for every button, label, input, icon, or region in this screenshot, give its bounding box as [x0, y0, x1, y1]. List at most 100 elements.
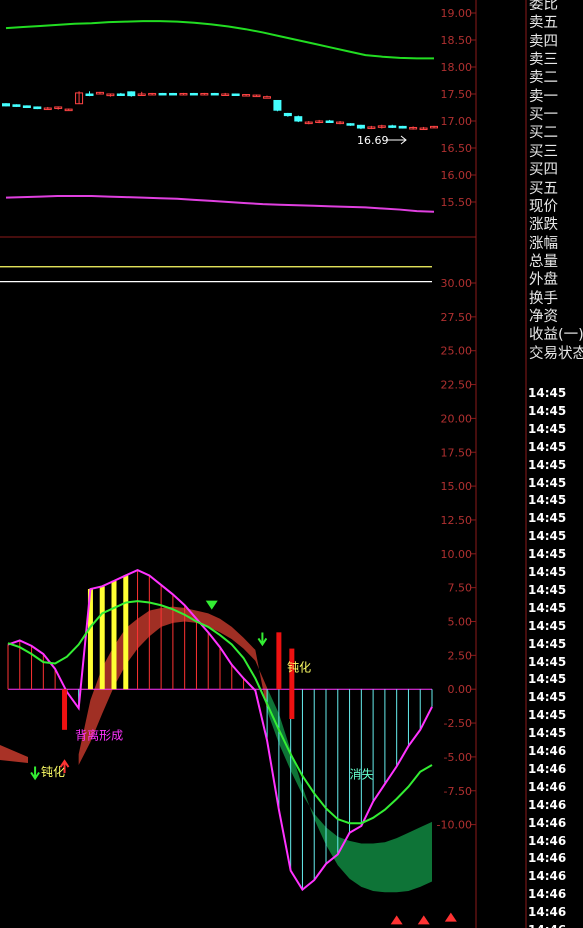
trade-time: 14:45	[528, 421, 567, 436]
indicator-tick-label: 10.00	[441, 548, 473, 561]
price-tick-label: 17.50	[441, 88, 473, 101]
histogram-bar	[111, 580, 117, 690]
indicator-tick-label: -5.00	[444, 751, 472, 764]
candle-body	[346, 123, 355, 126]
trade-time: 14:46	[528, 779, 567, 794]
quote-field-label: 换手	[529, 290, 558, 307]
candle-body	[325, 120, 334, 123]
candle-body	[294, 116, 303, 122]
upper-band-line	[5, 20, 434, 60]
quote-field-label: 现价	[529, 198, 558, 215]
chart-canvas: 19.00 18.50 18.00 17.50 17.00 16.50 16.00 15.50…	[0, 0, 527, 928]
quote-field-label: 卖三	[529, 52, 558, 69]
candle-body	[189, 92, 198, 96]
candle-body	[398, 125, 407, 129]
dif-line	[7, 568, 433, 892]
last-price-arrow	[386, 135, 407, 145]
indicator-tick-label: 5.00	[448, 616, 473, 629]
chart-annotation: 消失	[350, 767, 374, 782]
indicator-tick-label: -2.50	[444, 717, 472, 730]
trade-time: 14:46	[528, 851, 567, 866]
price-tick-label: 15.50	[441, 196, 473, 209]
signal-bar	[276, 632, 282, 690]
trade-time: 14:45	[528, 708, 567, 723]
quote-field-label: 买一	[529, 107, 558, 124]
last-price-label: 16.69	[357, 134, 389, 147]
price-tick-label: 16.50	[441, 142, 473, 155]
chart-annotation: 钝化	[287, 661, 311, 675]
quote-panel: 委比 卖五 卖四 卖三 卖二 卖一 买一 买二 买三 买四 买五 现价 涨跌 涨幅 总量 外盘 换手 净资 收益(一…	[526, 0, 583, 928]
bull-band-left	[0, 745, 28, 763]
indicator-tick-label: -10.00	[437, 819, 472, 832]
indicator-tick-label: 30.00	[441, 277, 473, 290]
candle-body	[85, 93, 94, 96]
quote-field-label: 交易状态	[529, 345, 583, 362]
candle-body	[356, 124, 365, 129]
candle-body	[2, 103, 10, 107]
indicator-tick-label: 12.50	[441, 514, 473, 527]
trade-time: 14:45	[528, 475, 567, 490]
candle-body	[116, 93, 125, 96]
histogram-bar	[123, 575, 129, 690]
chart-annotation: 背离形成	[75, 727, 123, 742]
price-tick-label: 19.00	[441, 7, 473, 20]
candle-body	[169, 92, 178, 96]
trade-time: 14:46	[528, 869, 567, 884]
trade-time: 14:45	[528, 600, 567, 615]
histogram-bar	[99, 586, 105, 690]
down-arrow-marker	[257, 632, 268, 647]
indicator-tick-label: 2.50	[448, 649, 473, 662]
quote-field-label: 买二	[529, 125, 558, 142]
quote-field-label: 卖二	[529, 70, 558, 87]
trade-time: 14:46	[528, 761, 567, 776]
indicator-tick-label: 27.50	[441, 311, 473, 324]
indicator-tick-label: 20.00	[441, 412, 473, 425]
down-arrow-marker	[30, 766, 40, 781]
candle-body	[273, 99, 282, 111]
candle-body	[283, 112, 292, 117]
quote-field-label: 外盘	[529, 272, 558, 289]
lower-band-line	[5, 195, 435, 213]
trade-time: 14:45	[528, 618, 567, 633]
indicator-tick-label: 25.00	[441, 345, 473, 358]
price-tick-label: 18.50	[441, 34, 473, 47]
indicator-tick-label: 0.00	[448, 683, 473, 696]
trade-time: 14:46	[528, 797, 567, 812]
trade-time: 14:45	[528, 582, 567, 597]
quote-field-label: 涨跌	[529, 217, 558, 234]
trade-time: 14:45	[528, 636, 567, 651]
trade-time: 14:46	[528, 921, 566, 928]
quote-field-label: 委比	[529, 0, 558, 13]
candle-body	[22, 105, 31, 108]
candle-body	[262, 96, 271, 99]
dea-line	[7, 600, 433, 825]
candle-body	[158, 92, 167, 96]
trade-time: 14:45	[528, 511, 567, 526]
up-triangle-marker	[417, 915, 430, 925]
trade-time: 14:45	[528, 403, 567, 418]
quote-field-label: 卖四	[529, 33, 558, 50]
chart-annotation: 钝化	[41, 765, 65, 779]
quote-field-label: 总量	[529, 253, 558, 270]
up-triangle-marker	[444, 912, 457, 922]
trade-time: 14:46	[528, 815, 567, 830]
trade-time: 14:45	[528, 457, 567, 472]
up-triangle-marker	[390, 915, 403, 925]
trade-time: 14:45	[528, 439, 567, 454]
candle-body	[33, 106, 42, 110]
indicator-tick-label: 22.50	[441, 379, 473, 392]
trade-time: 14:45	[528, 565, 567, 579]
trade-time: 14:45	[528, 493, 567, 508]
trade-time: 14:45	[528, 547, 567, 562]
trade-time: 14:45	[528, 726, 567, 741]
down-triangle-marker	[205, 600, 218, 610]
trade-time: 14:45	[528, 529, 567, 544]
candle-body	[127, 91, 136, 97]
chart-stage: 19.00 18.50 18.00 17.50 17.00 16.50 16.00 15.50…	[0, 0, 583, 928]
quote-field-label: 收益(一)	[529, 327, 583, 344]
trade-time: 14:46	[528, 905, 567, 920]
indicator-tick-label: 17.50	[441, 446, 473, 459]
indicator-tick-label: 7.50	[448, 582, 473, 595]
candle-body	[210, 92, 219, 96]
candle-body	[231, 93, 240, 96]
